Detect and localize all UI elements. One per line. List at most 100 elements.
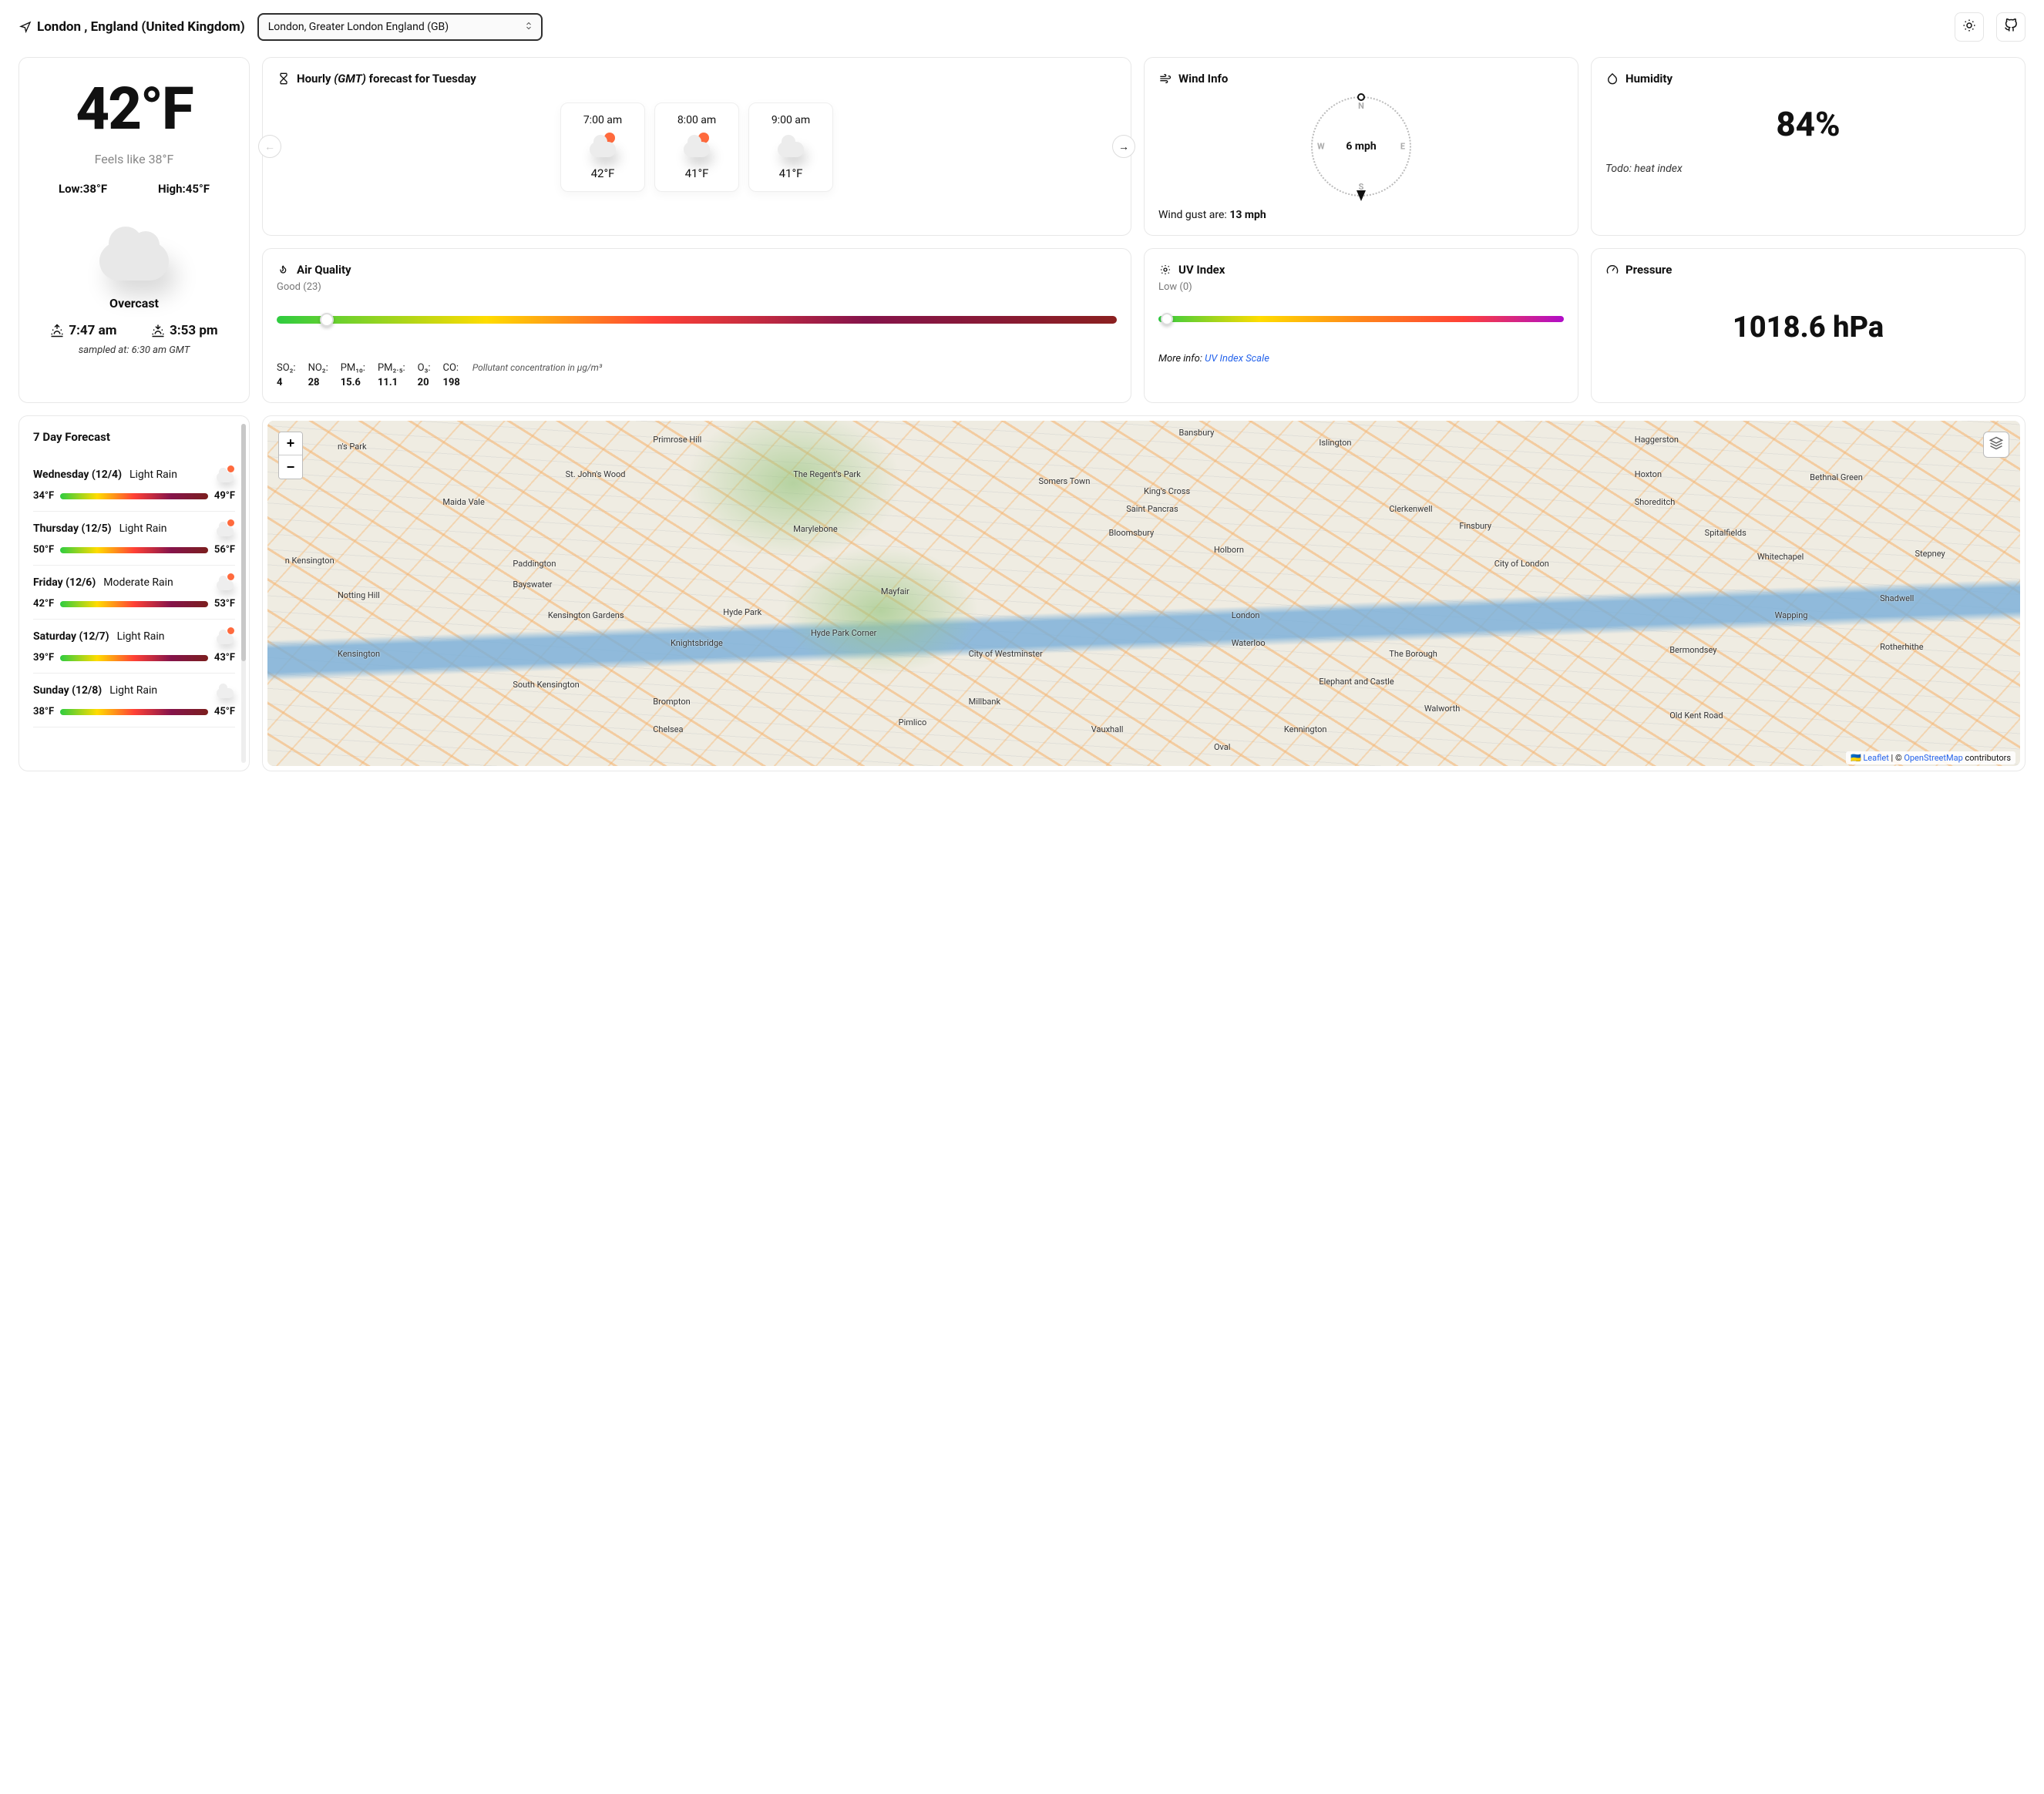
forecast-day: Saturday (12/7)Light Rain39°F43°F (33, 620, 235, 674)
leaflet-link[interactable]: Leaflet (1863, 753, 1888, 763)
forecast-title: 7 Day Forecast (33, 430, 235, 444)
map-place-label: City of London (1494, 559, 1549, 569)
map-place-label: n's Park (338, 442, 367, 452)
map-layers-button[interactable] (1983, 432, 2009, 458)
github-button[interactable] (1996, 12, 2026, 42)
uv-scale-link[interactable]: UV Index Scale (1205, 353, 1269, 365)
forecast-low: 38°F (33, 706, 54, 717)
pressure-card: Pressure 1018.6 hPa (1591, 248, 2026, 403)
map-place-label: Paddington (513, 559, 556, 569)
wind-gust: Wind gust are: 13 mph (1158, 209, 1564, 221)
map-place-label: Marylebone (793, 524, 837, 534)
map-card: BansburyIslingtonHaggerstonn's ParkPrimr… (262, 415, 2026, 771)
forecast-temp-bar (60, 547, 208, 553)
hour-time: 7:00 am (569, 114, 637, 126)
flame-icon (277, 263, 291, 277)
droplet-icon (1605, 72, 1619, 86)
sunset-icon (151, 324, 165, 338)
map-place-label: Bansbury (1178, 428, 1214, 438)
map-place-label: King's Cross (1144, 486, 1190, 496)
hourglass-icon (277, 72, 291, 86)
forecast-day-name: Saturday (12/7) (33, 630, 109, 643)
needle-origin-icon (1357, 93, 1365, 101)
map-attribution: 🇺🇦 Leaflet | © OpenStreetMap contributor… (1846, 751, 2015, 764)
map-place-label: Notting Hill (338, 590, 380, 600)
wind-compass: N S E W 6 mph (1311, 96, 1411, 197)
pressure-value: 1018.6 hPa (1605, 311, 2011, 344)
forecast-day-name: Sunday (12/8) (33, 684, 102, 697)
map-place-label: Hyde Park Corner (811, 628, 876, 638)
uv-more-info: More info: UV Index Scale (1158, 353, 1564, 365)
map-place-label: Bloomsbury (1109, 528, 1155, 538)
map-place-label: Kensington (338, 649, 380, 659)
location-arrow-icon (18, 20, 32, 34)
theme-toggle-button[interactable] (1955, 12, 1984, 42)
map-place-label: Waterloo (1232, 638, 1266, 648)
forecast-high: 53°F (214, 598, 235, 610)
forecast-condition-icon (215, 683, 235, 698)
map-place-label: Brompton (653, 697, 690, 707)
forecast-condition-icon (215, 629, 235, 644)
hourly-next-button[interactable]: → (1112, 135, 1135, 158)
air-quality-summary: Good (23) (277, 281, 1117, 293)
hour-time: 9:00 am (757, 114, 825, 126)
current-temp: 42°F (33, 79, 235, 138)
uv-knob (1161, 313, 1173, 325)
uv-index-card: UV Index Low (0) More info: UV Index Sca… (1144, 248, 1578, 403)
low-temp: Low:38°F (59, 182, 107, 196)
forecast-day: Friday (12/6)Moderate Rain42°F53°F (33, 566, 235, 620)
hour-temp: 42°F (569, 166, 637, 180)
forecast-temp-bar (60, 493, 208, 499)
forecast-low: 42°F (33, 598, 54, 610)
condition-text: Overcast (33, 296, 235, 311)
map-place-label: Millbank (969, 697, 1000, 707)
map-place-label: Shoreditch (1635, 497, 1676, 507)
hour-condition-icon (587, 134, 618, 157)
map-place-label: St. John's Wood (566, 469, 626, 479)
forecast-high: 45°F (214, 706, 235, 717)
forecast-temp-bar (60, 601, 208, 607)
hourly-prev-button[interactable]: ← (258, 135, 281, 158)
map-place-label: Holborn (1214, 545, 1244, 555)
map-place-label: Islington (1319, 438, 1351, 448)
map-place-label: Shadwell (1880, 593, 1914, 603)
sun-small-icon (1158, 263, 1172, 277)
map-place-label: Mayfair (881, 586, 909, 596)
forecast-high: 49°F (214, 490, 235, 502)
pollutant-note: Pollutant concentration in μg/m³ (472, 362, 1117, 373)
pollutant: CO:198 (442, 362, 459, 388)
map-place-label: City of Westminster (969, 649, 1043, 659)
map-place-label: South Kensington (513, 680, 579, 690)
air-quality-card: Air Quality Good (23) SO₂:4NO₂:28PM₁₀:15… (262, 248, 1131, 403)
forecast-low: 34°F (33, 490, 54, 502)
condition-icon (92, 227, 176, 288)
hour-card: 8:00 am41°F (654, 102, 739, 192)
map-place-label: Haggerston (1635, 435, 1679, 445)
map-canvas[interactable]: BansburyIslingtonHaggerstonn's ParkPrimr… (267, 421, 2020, 766)
map-place-label: Hyde Park (723, 607, 761, 617)
uv-summary: Low (0) (1158, 281, 1564, 293)
osm-link[interactable]: OpenStreetMap (1904, 753, 1962, 763)
map-place-label: The Borough (1389, 649, 1437, 659)
map-place-label: Maida Vale (442, 497, 484, 507)
map-place-label: Stepney (1915, 549, 1945, 559)
map-place-label: Walworth (1424, 704, 1460, 714)
map-place-label: London (1232, 610, 1260, 620)
map-zoom-out-button[interactable]: − (279, 455, 302, 479)
hour-temp: 41°F (757, 166, 825, 180)
humidity-value: 84% (1605, 104, 2011, 144)
forecast-day: Sunday (12/8)Light Rain38°F45°F (33, 674, 235, 727)
map-place-label: Bethnal Green (1810, 472, 1863, 482)
github-icon (2004, 18, 2018, 35)
uv-bar (1158, 316, 1564, 322)
forecast-day: Wednesday (12/4)Light Rain34°F49°F (33, 458, 235, 512)
map-zoom-in-button[interactable]: + (279, 432, 302, 455)
forecast-condition: Moderate Rain (103, 576, 207, 589)
map-place-label: Old Kent Road (1669, 711, 1723, 721)
map-tiles (267, 421, 2020, 766)
forecast-low: 50°F (33, 544, 54, 556)
humidity-card: Humidity 84% Todo: heat index (1591, 57, 2026, 236)
hour-condition-icon (775, 134, 806, 157)
location-select[interactable]: London, Greater London England (GB) (257, 13, 543, 41)
map-place-label: Oval (1214, 742, 1230, 752)
